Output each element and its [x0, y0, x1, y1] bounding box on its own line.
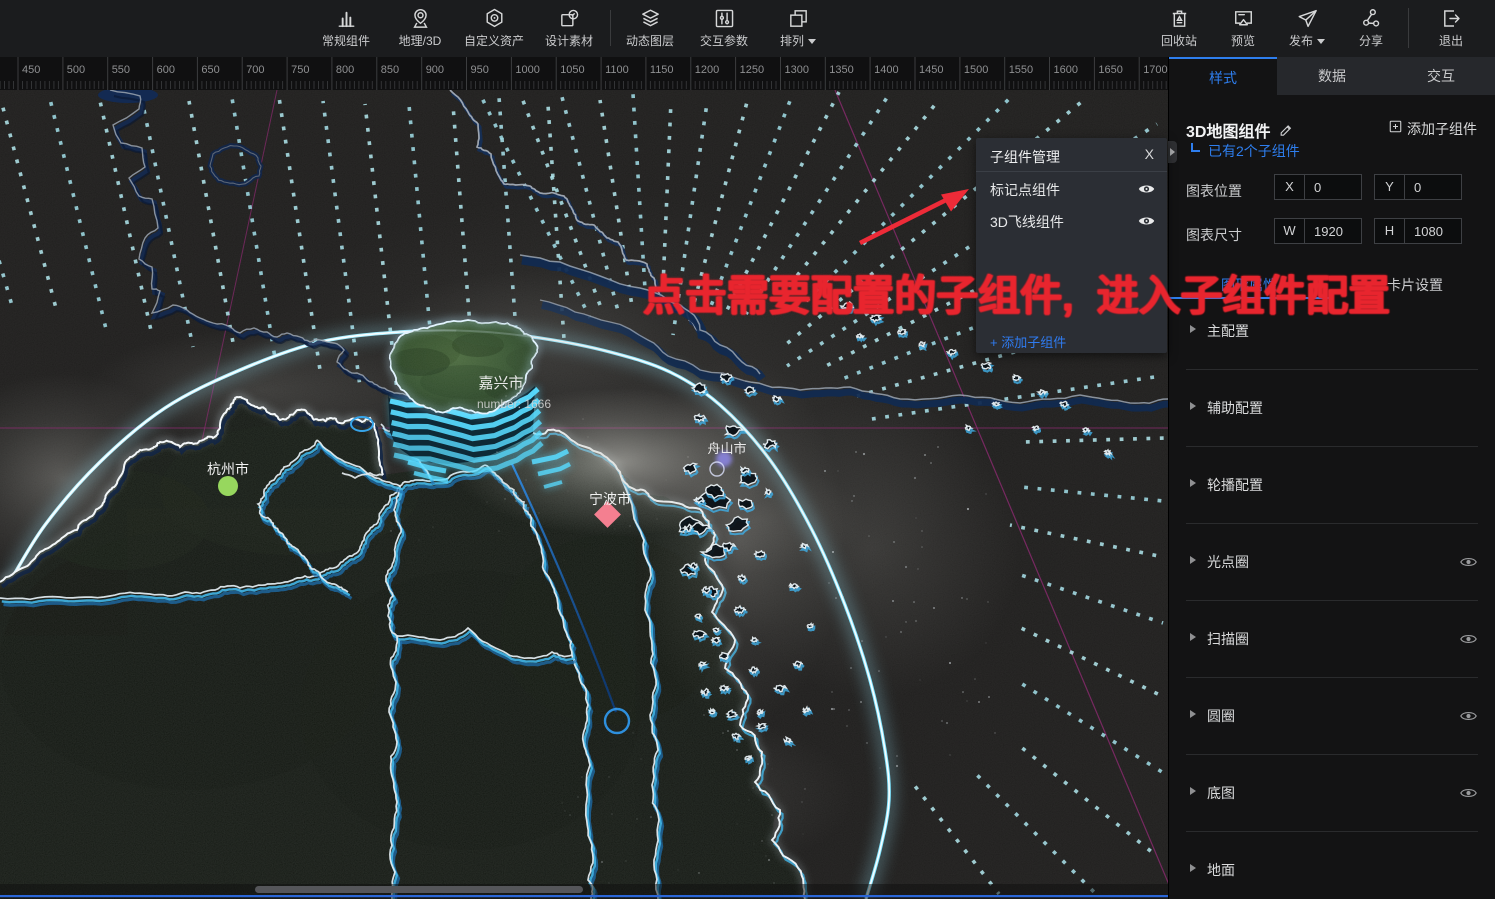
svg-text:600: 600 — [157, 64, 175, 76]
svg-text:1300: 1300 — [785, 64, 809, 76]
svg-text:950: 950 — [471, 64, 489, 76]
svg-text:1200: 1200 — [695, 64, 719, 76]
svg-text:1000: 1000 — [515, 64, 539, 76]
svg-text:450: 450 — [22, 64, 40, 76]
svg-text:850: 850 — [381, 64, 399, 76]
svg-text:1700: 1700 — [1143, 64, 1167, 76]
svg-text:宁波市: 宁波市 — [589, 491, 631, 507]
svg-text:number: 1666: number: 1666 — [477, 397, 551, 411]
svg-text:1500: 1500 — [964, 64, 988, 76]
svg-text:嘉兴市: 嘉兴市 — [478, 375, 523, 392]
svg-text:700: 700 — [246, 64, 264, 76]
svg-text:1650: 1650 — [1098, 64, 1122, 76]
svg-text:1550: 1550 — [1009, 64, 1033, 76]
svg-text:1050: 1050 — [560, 64, 584, 76]
svg-text:900: 900 — [426, 64, 444, 76]
svg-text:750: 750 — [291, 64, 309, 76]
svg-text:1350: 1350 — [829, 64, 853, 76]
svg-text:550: 550 — [112, 64, 130, 76]
svg-text:1150: 1150 — [650, 64, 674, 76]
svg-text:650: 650 — [201, 64, 219, 76]
svg-text:1600: 1600 — [1054, 64, 1078, 76]
svg-text:1100: 1100 — [605, 64, 629, 76]
svg-text:500: 500 — [67, 64, 85, 76]
svg-text:杭州市: 杭州市 — [207, 461, 249, 477]
svg-text:舟山市: 舟山市 — [707, 441, 746, 456]
svg-text:1400: 1400 — [874, 64, 898, 76]
svg-text:1250: 1250 — [740, 64, 764, 76]
svg-text:800: 800 — [336, 64, 354, 76]
svg-text:1450: 1450 — [919, 64, 943, 76]
